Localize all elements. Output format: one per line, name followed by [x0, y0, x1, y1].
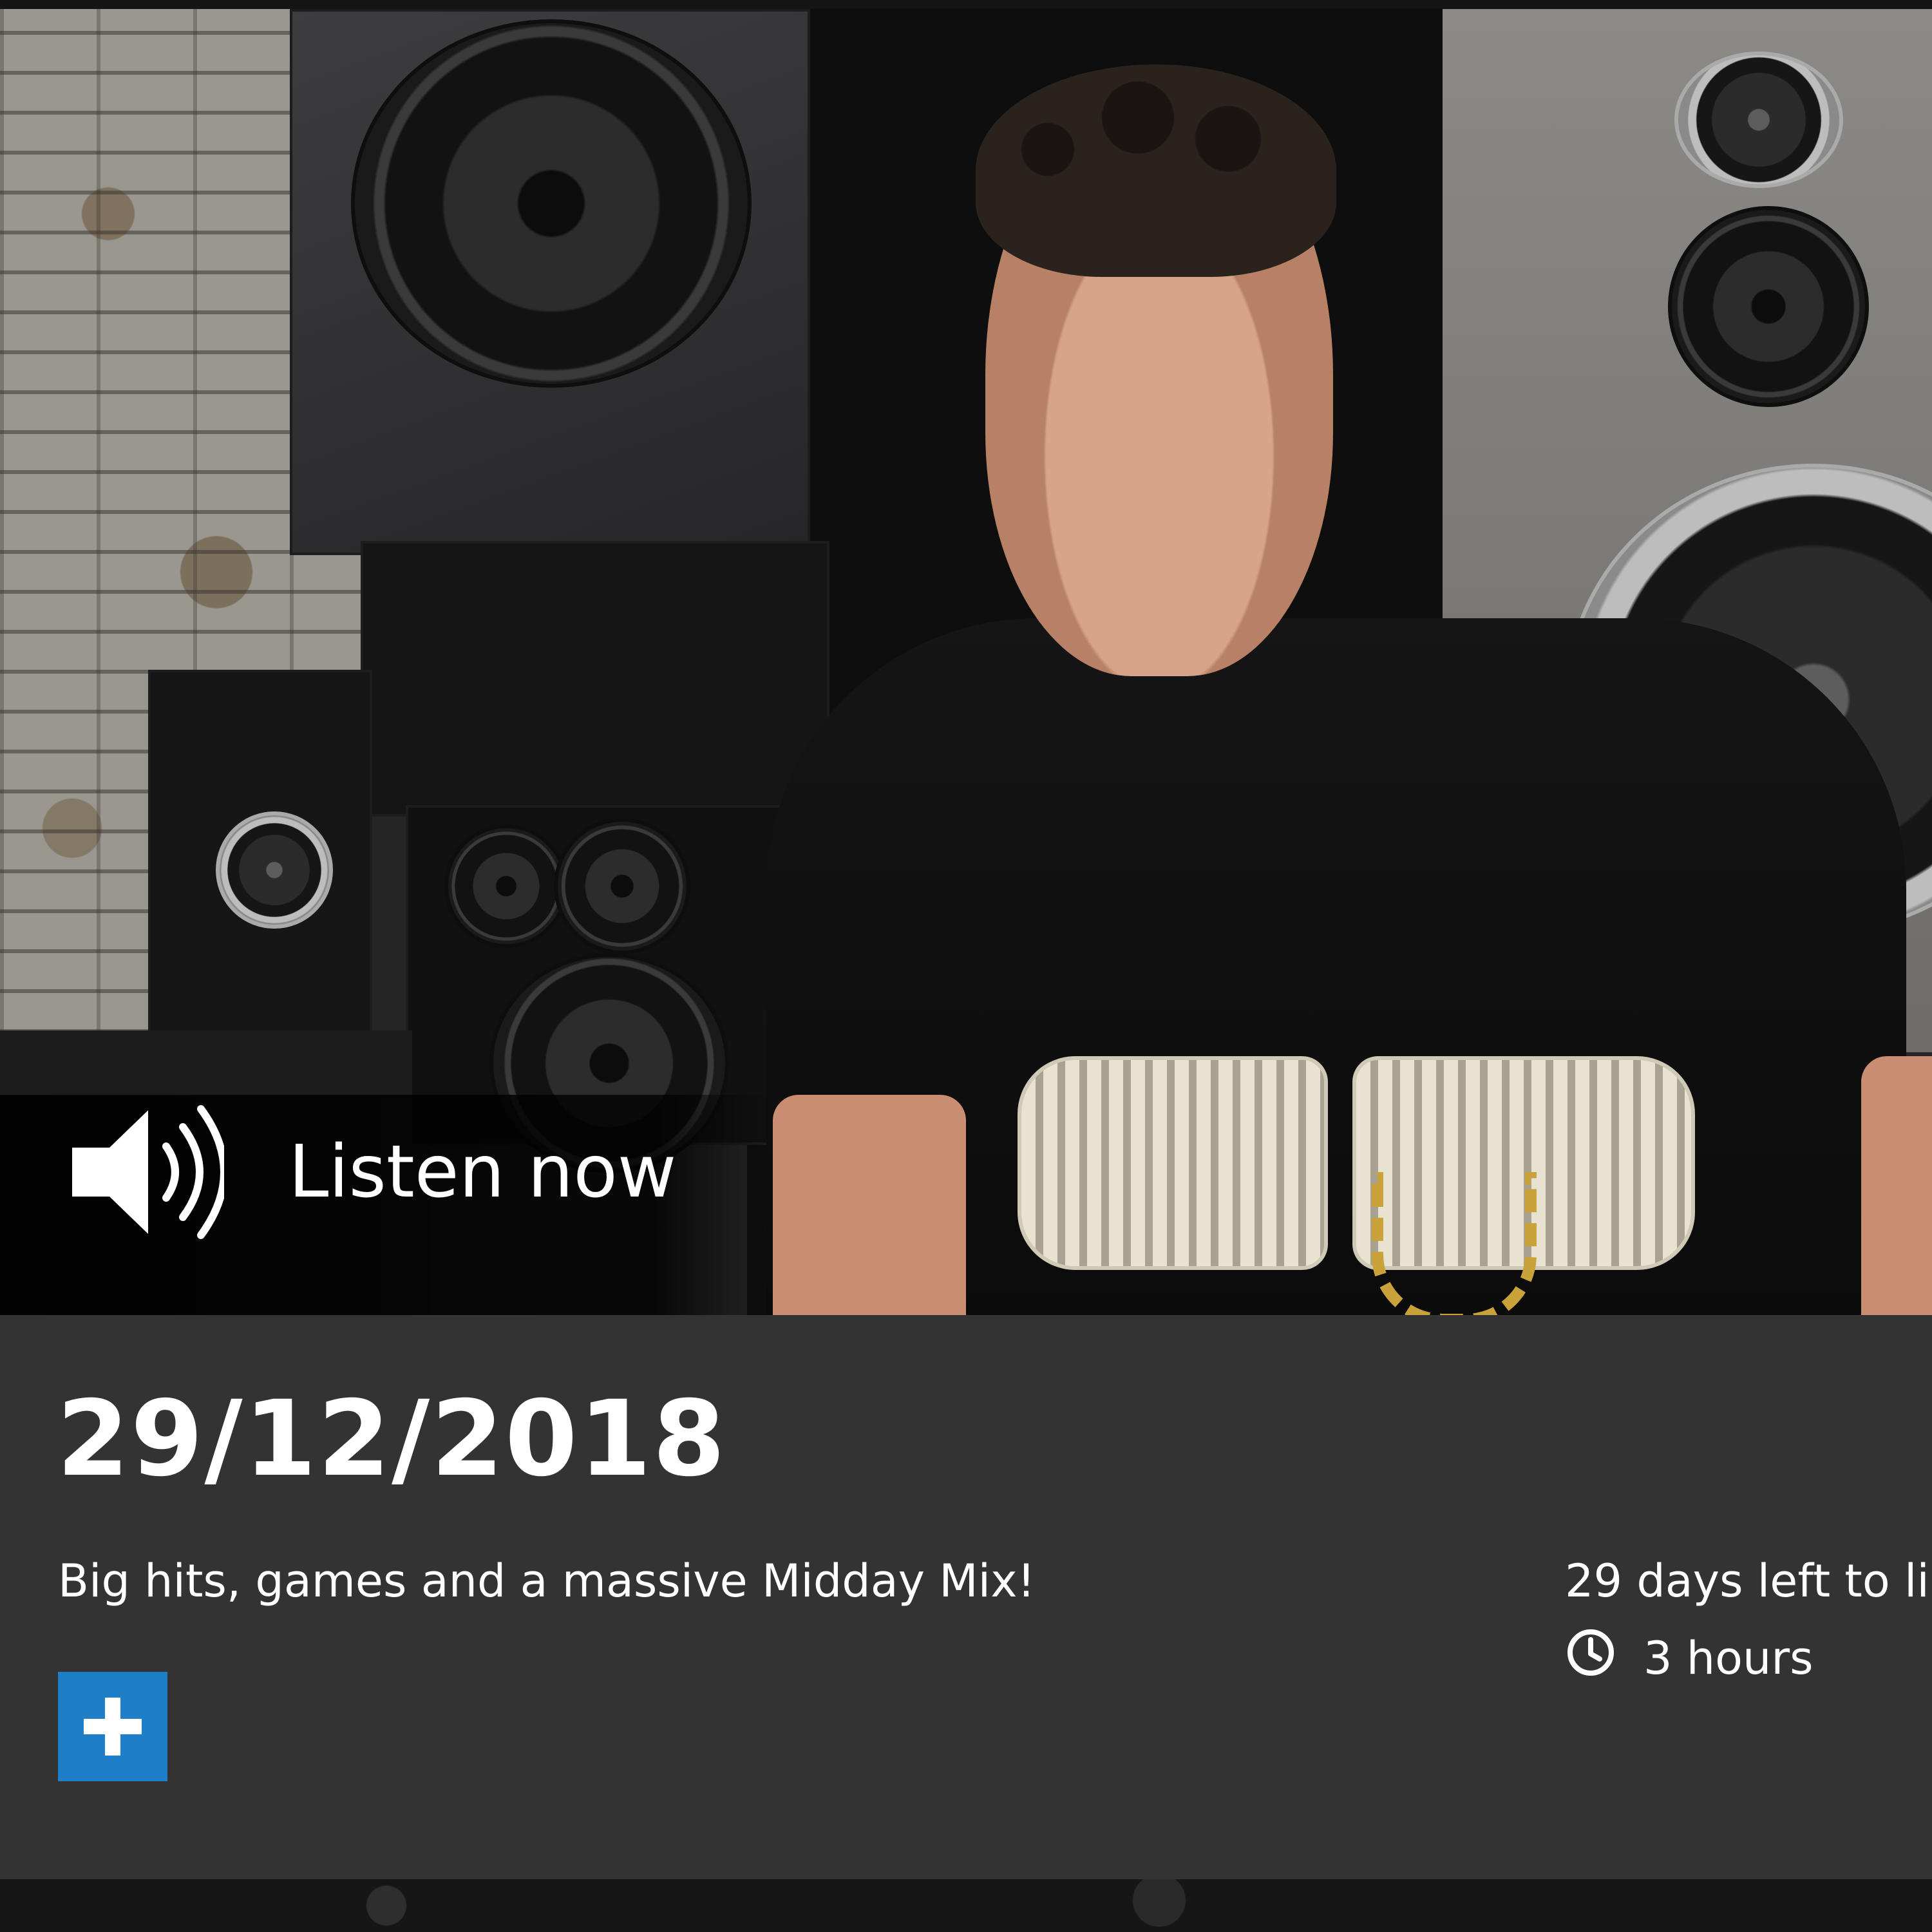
availability-text: 29 days left to li	[1565, 1555, 1929, 1607]
tshirt-graphic-left	[1018, 1056, 1328, 1270]
speaker-volume-icon	[72, 1105, 224, 1239]
lower-tweeter-right	[554, 818, 690, 954]
top-edge	[0, 0, 1932, 9]
presenter-right-arm	[1861, 1056, 1932, 1315]
presenter-left-arm	[773, 1095, 966, 1315]
plus-icon	[84, 1698, 142, 1756]
bookshelf-speaker-driver	[216, 811, 333, 929]
left-woofer	[351, 19, 752, 388]
clock-icon	[1567, 1629, 1614, 1676]
episode-date-title: 29/12/2018	[57, 1379, 727, 1500]
tshirt-graphic-chain	[1372, 1172, 1537, 1315]
episode-page: Listen now 29/12/2018 Big hits, games an…	[0, 0, 1932, 1932]
episode-description: Big hits, games and a massive Midday Mix…	[58, 1555, 1036, 1607]
listen-now-label: Listen now	[289, 1130, 677, 1214]
add-to-favourites-button[interactable]	[58, 1672, 167, 1781]
bottom-background-strip	[0, 1879, 1932, 1932]
episode-duration: 3 hours	[1643, 1632, 1814, 1685]
presenter-hair	[976, 64, 1336, 277]
lower-tweeter-left	[444, 824, 568, 948]
